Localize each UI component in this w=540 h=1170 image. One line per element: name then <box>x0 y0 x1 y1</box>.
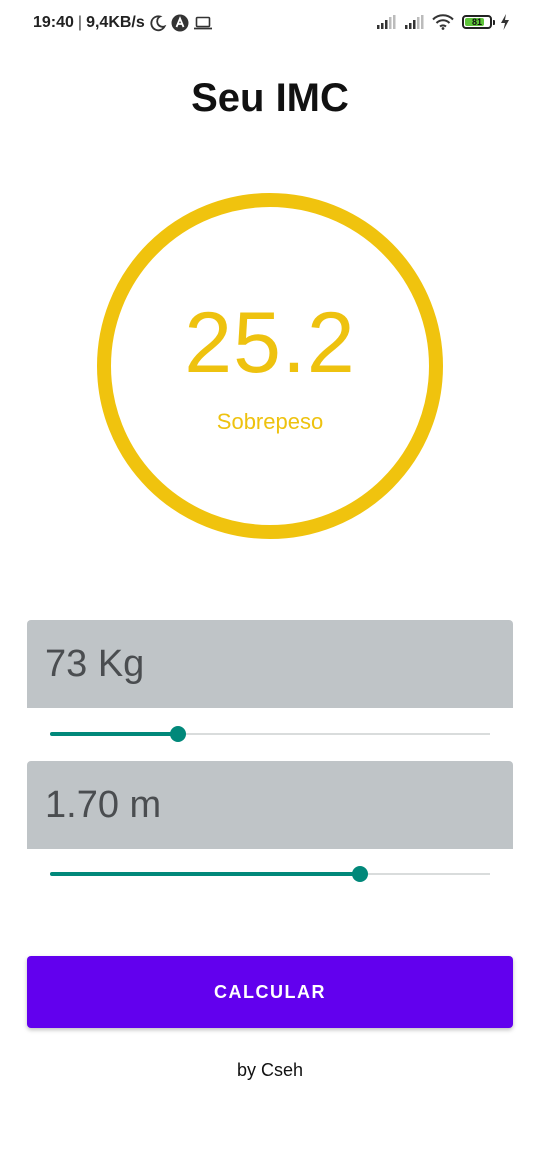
network-speed: 9,4KB/s <box>86 14 145 31</box>
signal-icon <box>376 15 396 29</box>
status-right: 81 <box>376 14 510 30</box>
weight-slider[interactable] <box>50 724 490 744</box>
calculate-button[interactable]: CALCULAR <box>27 956 513 1028</box>
weight-field[interactable]: 73 Kg <box>27 620 513 708</box>
height-field[interactable]: 1.70 m <box>27 761 513 849</box>
author-credit: by Cseh <box>236 1060 304 1080</box>
status-time: 19:40 <box>33 14 74 31</box>
height-slider[interactable] <box>50 864 490 884</box>
height-slider-active-track <box>50 872 361 876</box>
charging-icon <box>500 14 510 30</box>
height-slider-thumb[interactable] <box>352 866 369 882</box>
moon-icon <box>149 14 167 32</box>
bmi-category: Sobrepeso <box>216 409 324 434</box>
status-bar: 19:40 | 9,4KB/s 81 <box>0 0 540 50</box>
battery-icon: 81 <box>462 15 495 29</box>
height-value: 1.70 m <box>45 783 162 826</box>
status-separator: | <box>77 14 83 31</box>
battery-level: 81 <box>471 17 482 27</box>
status-left: 19:40 | 9,4KB/s <box>33 14 213 32</box>
bmi-value: 25.2 <box>184 295 356 391</box>
weight-slider-thumb[interactable] <box>169 726 186 742</box>
app-a-icon <box>171 14 189 32</box>
wifi-icon <box>432 14 454 30</box>
page-title: Seu IMC <box>191 76 349 120</box>
signal-icon <box>404 15 424 29</box>
weight-value: 73 Kg <box>45 642 145 685</box>
weight-slider-active-track <box>50 732 178 736</box>
laptop-icon <box>193 15 213 31</box>
